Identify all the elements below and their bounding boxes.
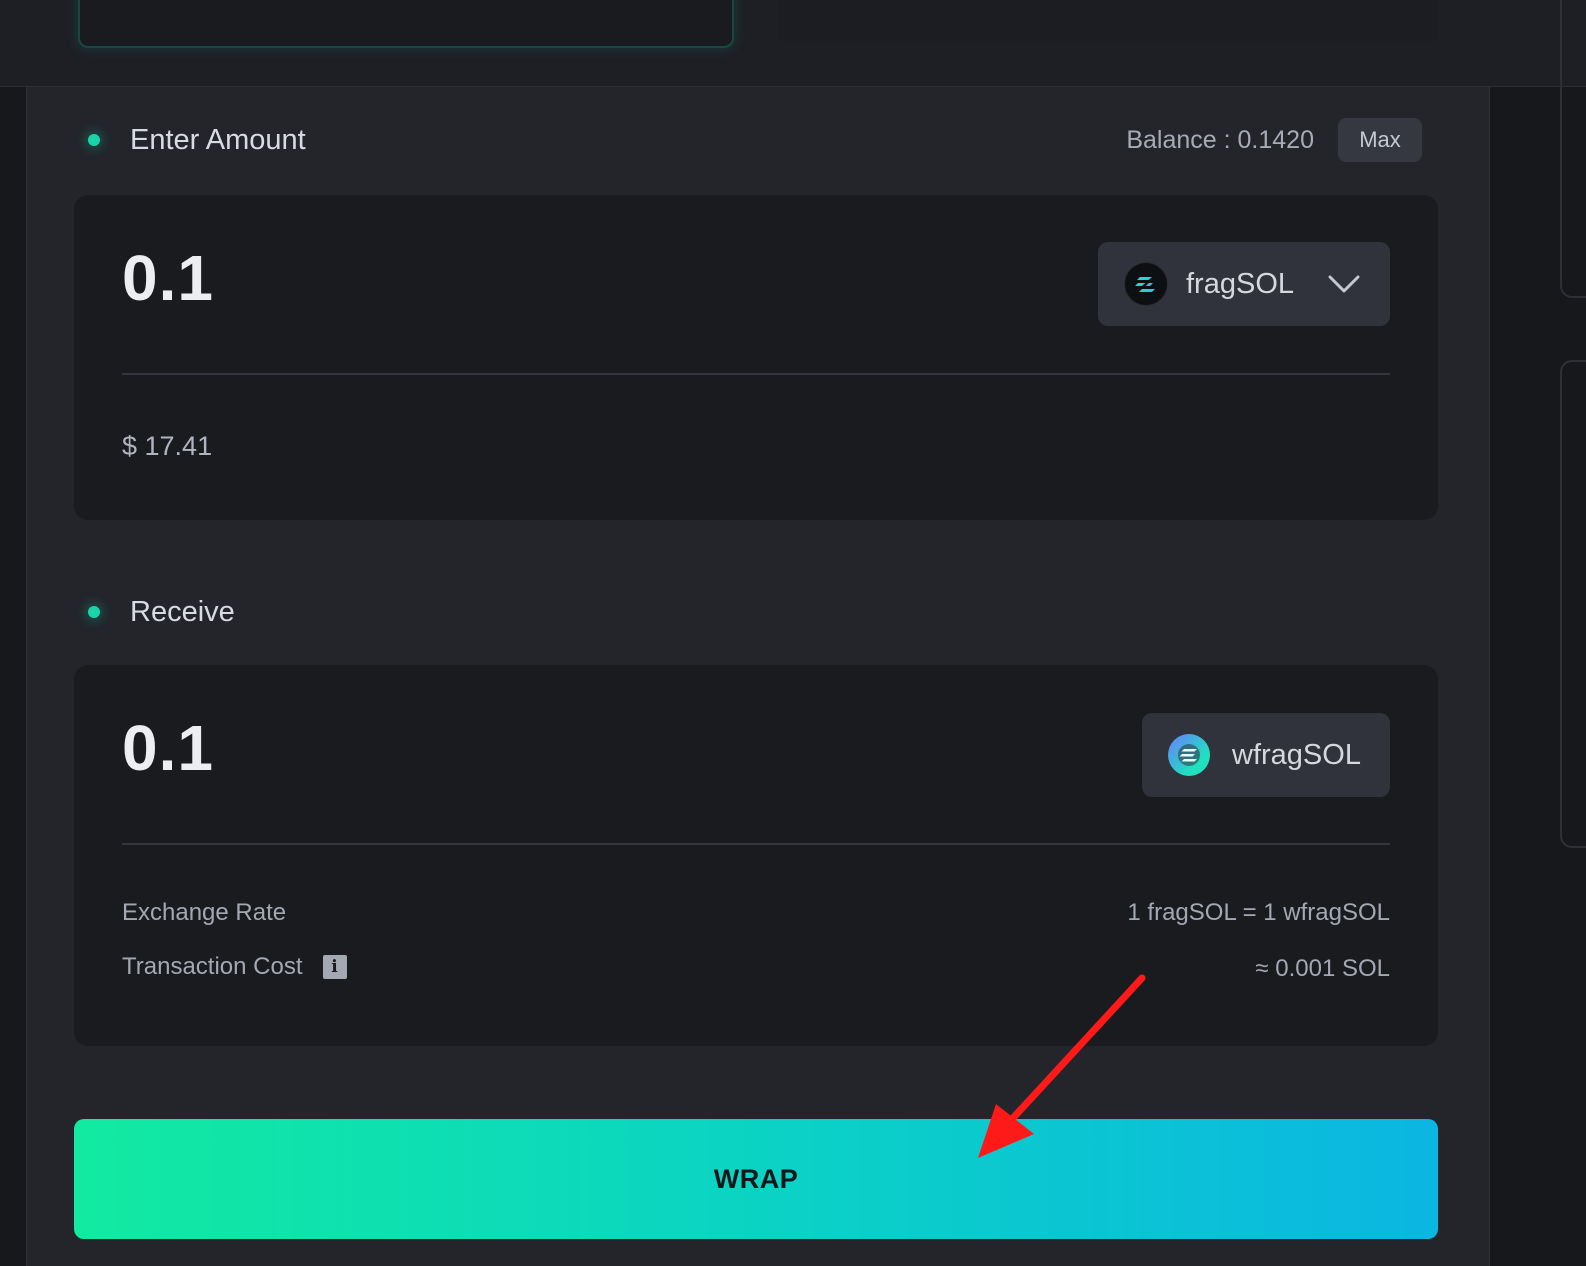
usd-value: $ 17.41 [122, 431, 213, 461]
enter-amount-label: Enter Amount [130, 123, 306, 156]
wrap-button[interactable]: WRAP [74, 1119, 1438, 1239]
exchange-rate-label-text: Exchange Rate [122, 899, 287, 926]
receive-header: Receive [80, 592, 235, 632]
transaction-cost-label-text: Transaction Cost [122, 953, 303, 980]
balance-text: Balance : 0.1420 [1126, 125, 1314, 154]
top-option-card-selected[interactable] [78, 0, 734, 48]
top-option-card[interactable] [778, 0, 1438, 42]
receive-box: 0.1 wfragSOL Exchange Rate 1 fragSOL = 1… [74, 665, 1438, 1046]
top-strip [0, 0, 1586, 87]
receive-token-name: wfragSOL [1232, 738, 1361, 771]
status-dot-icon [88, 134, 100, 146]
wrap-button-label: WRAP [713, 1163, 799, 1194]
amount-input[interactable]: 0.1 [122, 241, 214, 315]
fragsol-token-icon [1124, 262, 1168, 306]
info-icon[interactable]: i [322, 955, 347, 979]
enter-amount-header: Enter Amount [80, 120, 306, 160]
receive-label: Receive [130, 595, 235, 628]
side-card-edge [1560, 0, 1586, 298]
exchange-rate-value: 1 fragSOL = 1 wfragSOL [1127, 899, 1390, 926]
receive-amount: 0.1 [122, 712, 214, 784]
divider [122, 373, 1390, 375]
wrap-page: Enter Amount Balance : 0.1420 Max 0.1 fr… [0, 0, 1586, 1266]
max-button[interactable]: Max [1338, 118, 1422, 162]
wfragsol-token-icon [1168, 734, 1210, 776]
chevron-down-icon [1328, 274, 1360, 294]
transaction-cost-value: ≈ 0.001 SOL [1255, 955, 1390, 982]
side-card-edge [1560, 360, 1586, 848]
enter-amount-box: 0.1 fragSOL $ 17.41 [74, 195, 1438, 520]
status-dot-icon [88, 606, 100, 618]
divider [122, 843, 1390, 845]
exchange-rate-label: Exchange Rate [122, 899, 286, 927]
transaction-cost-label: Transaction Cost i [122, 953, 347, 981]
token-select-button[interactable]: fragSOL [1098, 242, 1390, 326]
balance-area: Balance : 0.1420 Max [1126, 118, 1422, 162]
token-name: fragSOL [1186, 267, 1294, 300]
receive-token-display: wfragSOL [1142, 713, 1390, 797]
